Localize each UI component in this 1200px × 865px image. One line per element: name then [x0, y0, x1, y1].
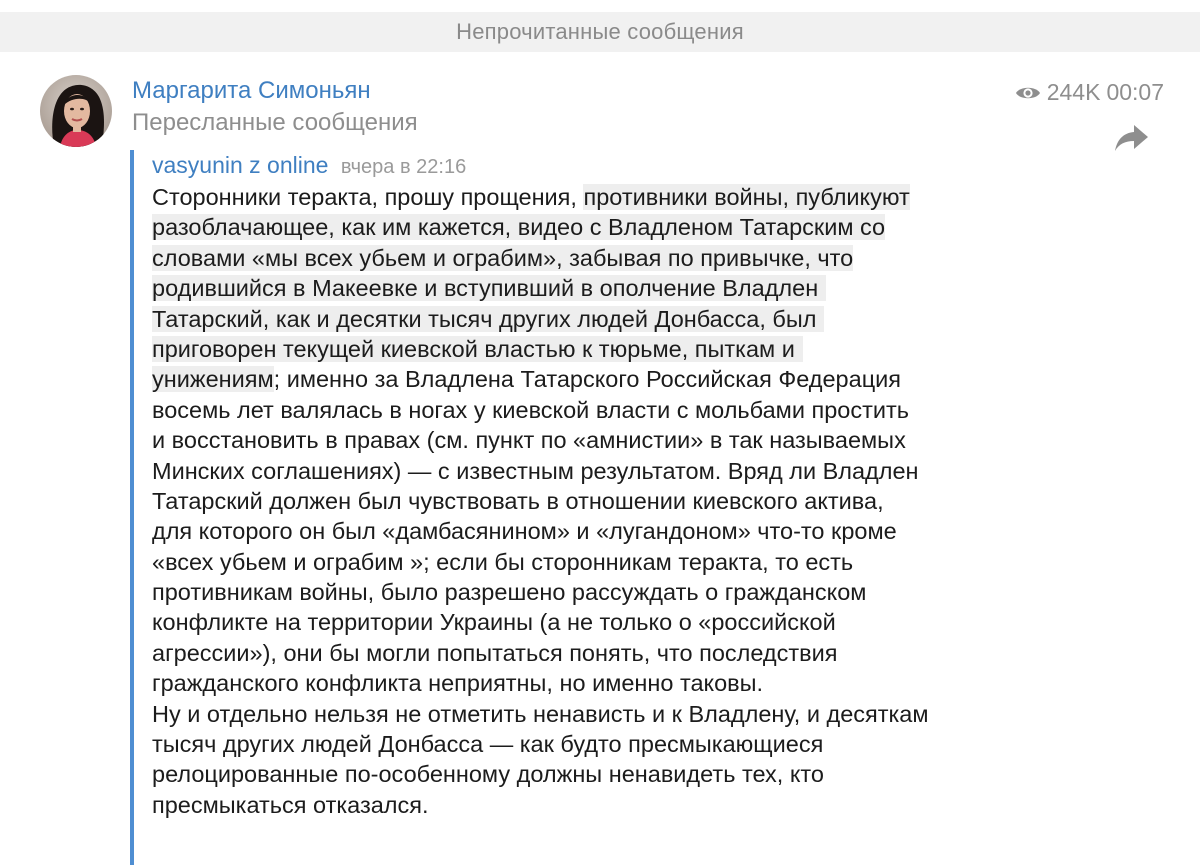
message-text: Сторонники теракта, прошу прощения, прот… — [152, 182, 1052, 820]
text-line-7: унижениям; именно за Владлена Татарского… — [152, 364, 1052, 394]
forwarded-from: vasyunin z online вчера в 22:16 — [152, 152, 466, 179]
text-line-12: для которого он был «дамбасянином» и «лу… — [152, 518, 897, 545]
text-line-11: Татарский должен был чувствовать в отнош… — [152, 487, 884, 514]
text-line-6: приговорен текущей киевской властью к тю… — [152, 334, 1052, 364]
text-line-14: противникам войны, было разрешено рассуж… — [152, 579, 867, 606]
text-line-5: Татарский, как и десятки тысяч других лю… — [152, 304, 1052, 334]
share-button[interactable] — [1110, 118, 1154, 158]
forward-quote-bar — [130, 150, 134, 865]
highlighted-text: Татарский, как и десятки тысяч других лю… — [152, 305, 825, 332]
highlighted-text: словами «мы всех убьем и ограбим», забыв… — [152, 244, 854, 271]
eye-icon — [1015, 87, 1040, 98]
highlighted-text: разоблачающее, как им кажется, видео с В… — [152, 214, 886, 241]
highlighted-text: родившийся в Макеевке и вступивший в опо… — [152, 275, 827, 302]
text-line-10: Минских соглашениях) — с известным резул… — [152, 457, 919, 484]
text-line-20: релоцированные по-особенному должны нена… — [152, 761, 824, 788]
text-line-16: агрессии»), они бы могли попытаться поня… — [152, 639, 838, 666]
unread-messages-divider: Непрочитанные сообщения — [0, 12, 1200, 52]
text-line-2: разоблачающее, как им кажется, видео с В… — [152, 212, 1052, 242]
highlighted-text: унижениям — [152, 366, 274, 393]
text-line-21: пресмыкаться отказался. — [152, 791, 429, 818]
text-line-15: конфликте на территории Украины (а не то… — [152, 609, 836, 636]
text-line-3: словами «мы всех убьем и ограбим», забыв… — [152, 243, 1052, 273]
forwarded-from-timestamp: вчера в 22:16 — [340, 156, 467, 178]
message-meta: 244K 00:07 — [1015, 79, 1164, 106]
user-photo — [40, 75, 112, 147]
text-line-8: восемь лет валялась в ногах у киевской в… — [152, 396, 909, 423]
text-line-4: родившийся в Макеевке и вступивший в опо… — [152, 273, 1052, 303]
text-segment: Сторонники теракта, прошу прощения, — [152, 184, 584, 210]
forwarded-messages-label: Пересланные сообщения — [132, 109, 418, 136]
forward-arrow-icon — [1115, 125, 1148, 151]
text-line-17: гражданского конфликта неприятны, но име… — [152, 670, 764, 697]
views-count: 244K — [1046, 79, 1101, 105]
forwarded-from-author[interactable]: vasyunin z online — [152, 152, 328, 178]
message-time: 00:07 — [1106, 79, 1164, 105]
text-line-9: и восстановить в правах (см. пункт по «а… — [152, 427, 906, 454]
text-segment: ; именно за Владлена Татарского Российск… — [273, 366, 902, 393]
highlighted-text: приговорен текущей киевской властью к тю… — [152, 335, 803, 362]
telegram-message-view: Непрочитанные сообщения Маргарита Симонь… — [0, 0, 1200, 865]
text-line-18: Ну и отдельно нельзя не отметить ненавис… — [152, 700, 929, 727]
avatar[interactable] — [40, 75, 112, 147]
highlighted-text: противники войны, публикуют — [583, 184, 910, 210]
unread-messages-label: Непрочитанные сообщения — [456, 19, 744, 44]
sender-name[interactable]: Маргарита Симоньян — [132, 77, 371, 105]
text-line-19: тысяч других людей Донбасса — как будто … — [152, 731, 824, 758]
text-line-13: «всех убьем и ограбим »; если бы сторонн… — [152, 548, 854, 575]
text-line-1: Сторонники теракта, прошу прощения, прот… — [152, 182, 1052, 212]
